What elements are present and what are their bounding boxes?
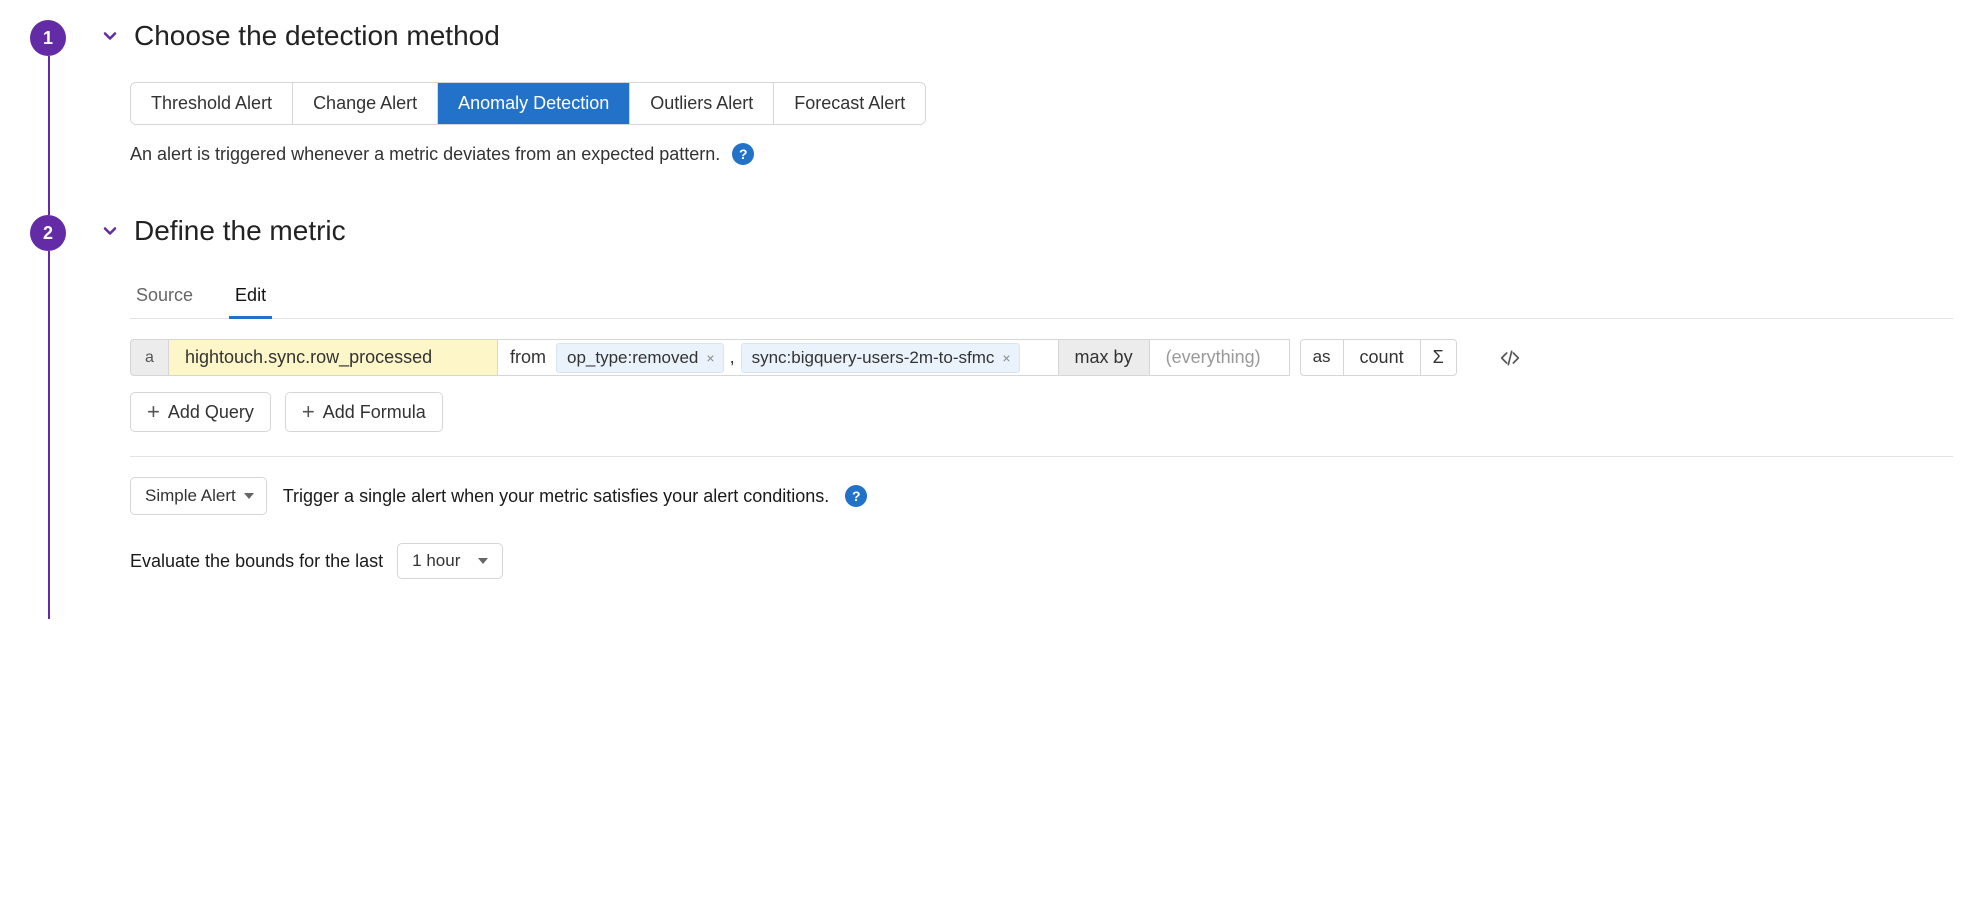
tab-edit[interactable]: Edit xyxy=(229,277,272,319)
tab-threshold-alert[interactable]: Threshold Alert xyxy=(131,83,293,124)
tag-text: sync:bigquery-users-2m-to-sfmc xyxy=(752,348,995,368)
step-2-title: Define the metric xyxy=(134,215,346,247)
step-2-badge: 2 xyxy=(30,215,66,251)
query-letter-label: a xyxy=(130,339,168,376)
step-2-body: Source Edit a hightouch.sync.row_process… xyxy=(100,277,1953,579)
as-label: as xyxy=(1300,339,1344,376)
from-tags-input[interactable]: from op_type:removed × , sync:bigquery-u… xyxy=(498,339,1059,376)
group-by-input[interactable]: (everything) xyxy=(1150,339,1290,376)
from-label: from xyxy=(510,347,546,368)
caret-down-icon xyxy=(244,493,254,499)
functions-button[interactable]: Σ xyxy=(1421,339,1457,376)
chevron-down-icon[interactable] xyxy=(100,26,120,46)
aggregation-selector[interactable]: max by xyxy=(1059,339,1150,376)
tab-outliers-alert[interactable]: Outliers Alert xyxy=(630,83,774,124)
help-icon[interactable]: ? xyxy=(732,143,754,165)
step-2: 2 Define the metric Source Edit a highto… xyxy=(30,215,1953,619)
remove-tag-icon[interactable]: × xyxy=(1000,350,1012,366)
code-toggle-icon[interactable] xyxy=(1497,339,1523,376)
step-2-number: 2 xyxy=(43,223,53,244)
remove-tag-icon[interactable]: × xyxy=(704,350,716,366)
step-1-body: Threshold Alert Change Alert Anomaly Det… xyxy=(100,82,1953,165)
help-icon[interactable]: ? xyxy=(845,485,867,507)
step-2-header: Define the metric xyxy=(100,215,1953,247)
detection-method-description-row: An alert is triggered whenever a metric … xyxy=(130,143,1953,165)
evaluate-time-value: 1 hour xyxy=(412,551,460,571)
tab-forecast-alert[interactable]: Forecast Alert xyxy=(774,83,925,124)
tag-chip-op-type[interactable]: op_type:removed × xyxy=(556,343,724,373)
tab-anomaly-detection[interactable]: Anomaly Detection xyxy=(438,83,630,124)
query-row: a hightouch.sync.row_processed from op_t… xyxy=(130,339,1953,376)
evaluate-label: Evaluate the bounds for the last xyxy=(130,551,383,572)
detection-method-description: An alert is triggered whenever a metric … xyxy=(130,144,720,165)
step-1-connector-line xyxy=(48,56,50,215)
add-formula-button[interactable]: + Add Formula xyxy=(285,392,443,432)
tag-chip-sync[interactable]: sync:bigquery-users-2m-to-sfmc × xyxy=(741,343,1020,373)
divider xyxy=(130,456,1953,457)
sigma-icon: Σ xyxy=(1433,347,1444,368)
step-1-number: 1 xyxy=(43,28,53,49)
alert-mode-description: Trigger a single alert when your metric … xyxy=(283,486,830,507)
step-1-badge: 1 xyxy=(30,20,66,56)
step-1: 1 Choose the detection method Threshold … xyxy=(30,20,1953,215)
alert-mode-row: Simple Alert Trigger a single alert when… xyxy=(130,477,1953,515)
alert-mode-selector[interactable]: Simple Alert xyxy=(130,477,267,515)
chevron-down-icon[interactable] xyxy=(100,221,120,241)
add-buttons-row: + Add Query + Add Formula xyxy=(130,392,1953,432)
add-formula-label: Add Formula xyxy=(323,402,426,423)
add-query-label: Add Query xyxy=(168,402,254,423)
tag-separator: , xyxy=(730,347,735,368)
evaluate-time-selector[interactable]: 1 hour xyxy=(397,543,503,579)
step-1-header: Choose the detection method xyxy=(100,20,1953,52)
tab-change-alert[interactable]: Change Alert xyxy=(293,83,438,124)
evaluate-row: Evaluate the bounds for the last 1 hour xyxy=(130,543,1953,579)
alert-mode-label: Simple Alert xyxy=(145,486,236,506)
steps-wrapper: 1 Choose the detection method Threshold … xyxy=(30,20,1953,619)
step-1-title: Choose the detection method xyxy=(134,20,500,52)
tag-text: op_type:removed xyxy=(567,348,698,368)
detection-method-tabs: Threshold Alert Change Alert Anomaly Det… xyxy=(130,82,926,125)
metric-input[interactable]: hightouch.sync.row_processed xyxy=(168,339,498,376)
metric-editor-tabs: Source Edit xyxy=(130,277,1953,319)
plus-icon: + xyxy=(302,401,315,423)
caret-down-icon xyxy=(478,558,488,564)
add-query-button[interactable]: + Add Query xyxy=(130,392,271,432)
step-2-connector-line xyxy=(48,251,50,619)
tab-source[interactable]: Source xyxy=(130,277,199,319)
plus-icon: + xyxy=(147,401,160,423)
as-value-selector[interactable]: count xyxy=(1344,339,1421,376)
